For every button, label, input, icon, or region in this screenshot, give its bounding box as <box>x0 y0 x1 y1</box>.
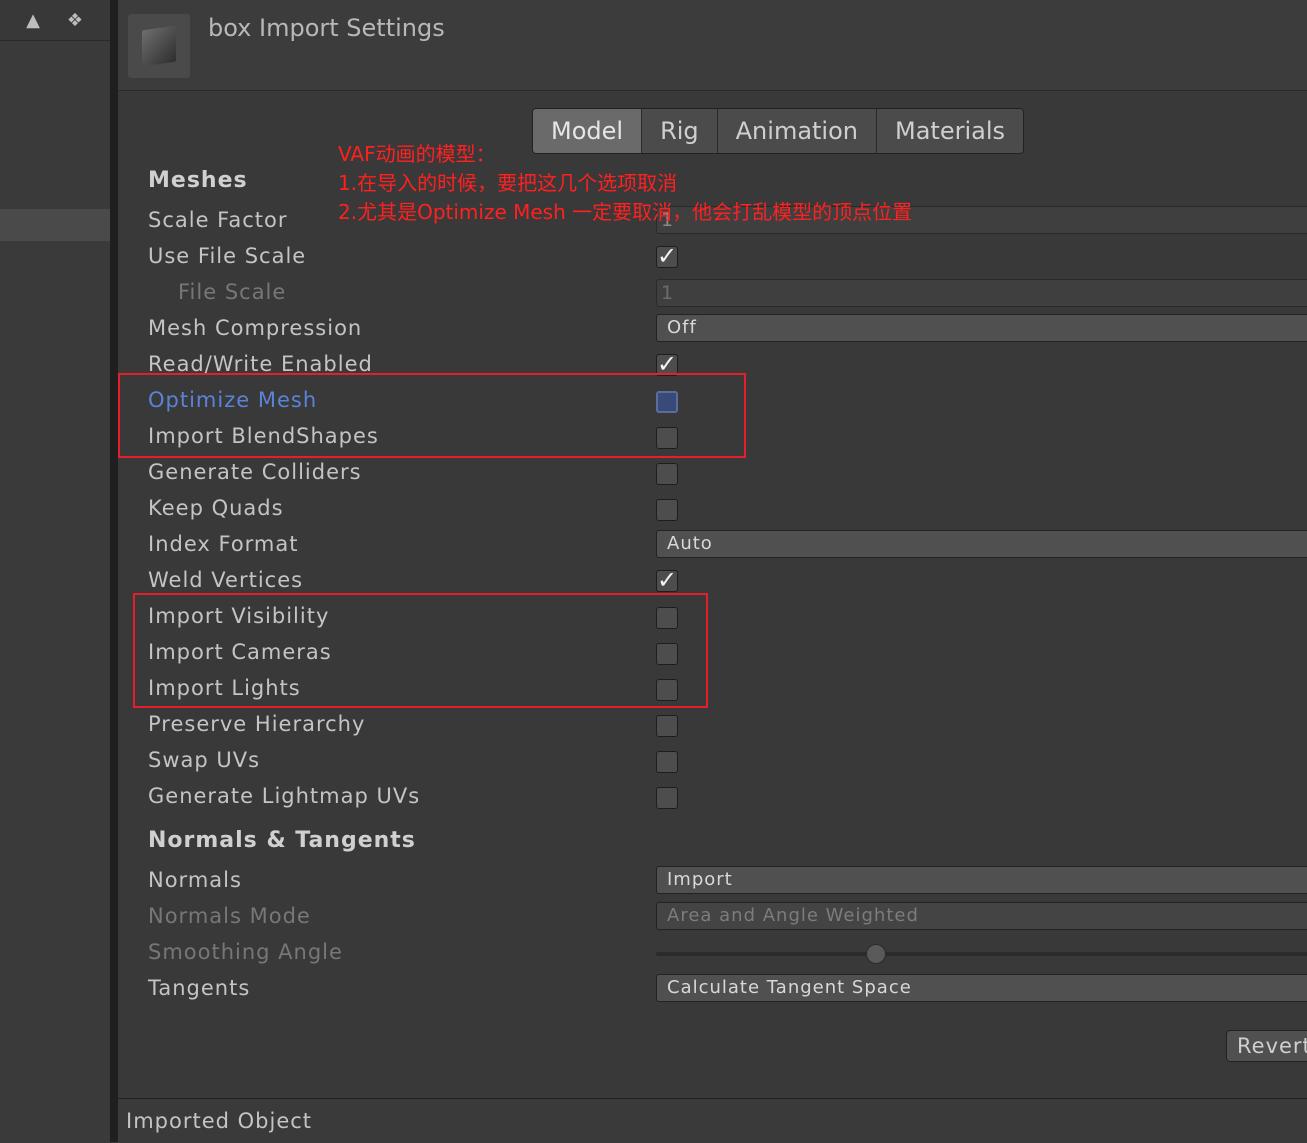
model-thumbnail <box>128 14 190 78</box>
left-panel-strip: ▲ ❖ <box>0 0 110 1142</box>
imported-object-bar: Imported Object <box>118 1098 1307 1143</box>
page-title: box Import Settings <box>208 14 445 42</box>
index-format-label: Index Format <box>148 532 299 556</box>
tag-icon[interactable]: ❖ <box>64 10 86 32</box>
scale-factor-label: Scale Factor <box>148 208 288 232</box>
swap-uvs-label: Swap UVs <box>148 748 261 772</box>
imported-object-label: Imported Object <box>126 1109 313 1133</box>
inspector-panel: box Import Settings Model Rig Animation … <box>118 0 1307 1143</box>
tab-rig[interactable]: Rig <box>642 109 718 153</box>
swap-uvs-checkbox[interactable] <box>656 751 678 773</box>
file-scale-label: File Scale <box>178 280 287 304</box>
tangents-label: Tangents <box>148 976 251 1000</box>
panel-divider[interactable] <box>110 0 118 1142</box>
cube-icon <box>142 25 176 67</box>
index-format-dropdown[interactable]: Auto <box>656 530 1307 558</box>
generate-colliders-label: Generate Colliders <box>148 460 362 484</box>
selected-row[interactable] <box>0 209 110 241</box>
import-tabs: Model Rig Animation Materials <box>532 108 1025 154</box>
preserve-hierarchy-checkbox[interactable] <box>656 715 678 737</box>
normals-mode-dropdown: Area and Angle Weighted <box>656 902 1307 930</box>
keep-quads-checkbox[interactable] <box>656 499 678 521</box>
use-file-scale-checkbox[interactable]: ✓ <box>656 244 678 268</box>
tab-materials[interactable]: Materials <box>877 109 1024 153</box>
annotation-box-mesh-options <box>118 373 746 458</box>
normals-mode-label: Normals Mode <box>148 904 311 928</box>
use-file-scale-label: Use File Scale <box>148 244 307 268</box>
preserve-hierarchy-label: Preserve Hierarchy <box>148 712 366 736</box>
normals-tangents-section-title: Normals & Tangents <box>148 828 416 853</box>
weld-vertices-label: Weld Vertices <box>148 568 304 592</box>
left-toolbar: ▲ ❖ <box>0 0 110 41</box>
revert-button[interactable]: Revert <box>1226 1030 1307 1062</box>
annotation-line-2: 1.在导入的时候，要把这几个选项取消 <box>338 171 678 195</box>
smoothing-angle-label: Smoothing Angle <box>148 940 343 964</box>
normals-label: Normals <box>148 868 242 892</box>
keep-quads-label: Keep Quads <box>148 496 284 520</box>
mesh-compression-dropdown[interactable]: Off <box>656 314 1307 342</box>
tab-model[interactable]: Model <box>533 109 643 153</box>
inspector-header: box Import Settings <box>118 0 1307 91</box>
annotation-box-import-options <box>133 593 708 708</box>
tab-animation[interactable]: Animation <box>717 109 877 153</box>
tangents-dropdown[interactable]: Calculate Tangent Space <box>656 974 1307 1002</box>
annotation-line-3: 2.尤其是Optimize Mesh 一定要取消，他会打乱模型的顶点位置 <box>338 200 913 224</box>
file-scale-input: 1 <box>656 279 1307 307</box>
generate-colliders-checkbox[interactable] <box>656 463 678 485</box>
smoothing-angle-slider-track <box>656 952 1307 956</box>
generate-lightmap-uvs-checkbox[interactable] <box>656 787 678 809</box>
smoothing-angle-slider-thumb <box>866 944 886 964</box>
generate-lightmap-uvs-label: Generate Lightmap UVs <box>148 784 421 808</box>
meshes-section-title: Meshes <box>148 168 248 193</box>
mesh-compression-label: Mesh Compression <box>148 316 363 340</box>
weld-vertices-checkbox[interactable]: ✓ <box>656 568 678 592</box>
shapes-icon[interactable]: ▲ <box>22 10 44 32</box>
normals-dropdown[interactable]: Import <box>656 866 1307 894</box>
annotation-line-1: VAF动画的模型： <box>338 142 496 166</box>
